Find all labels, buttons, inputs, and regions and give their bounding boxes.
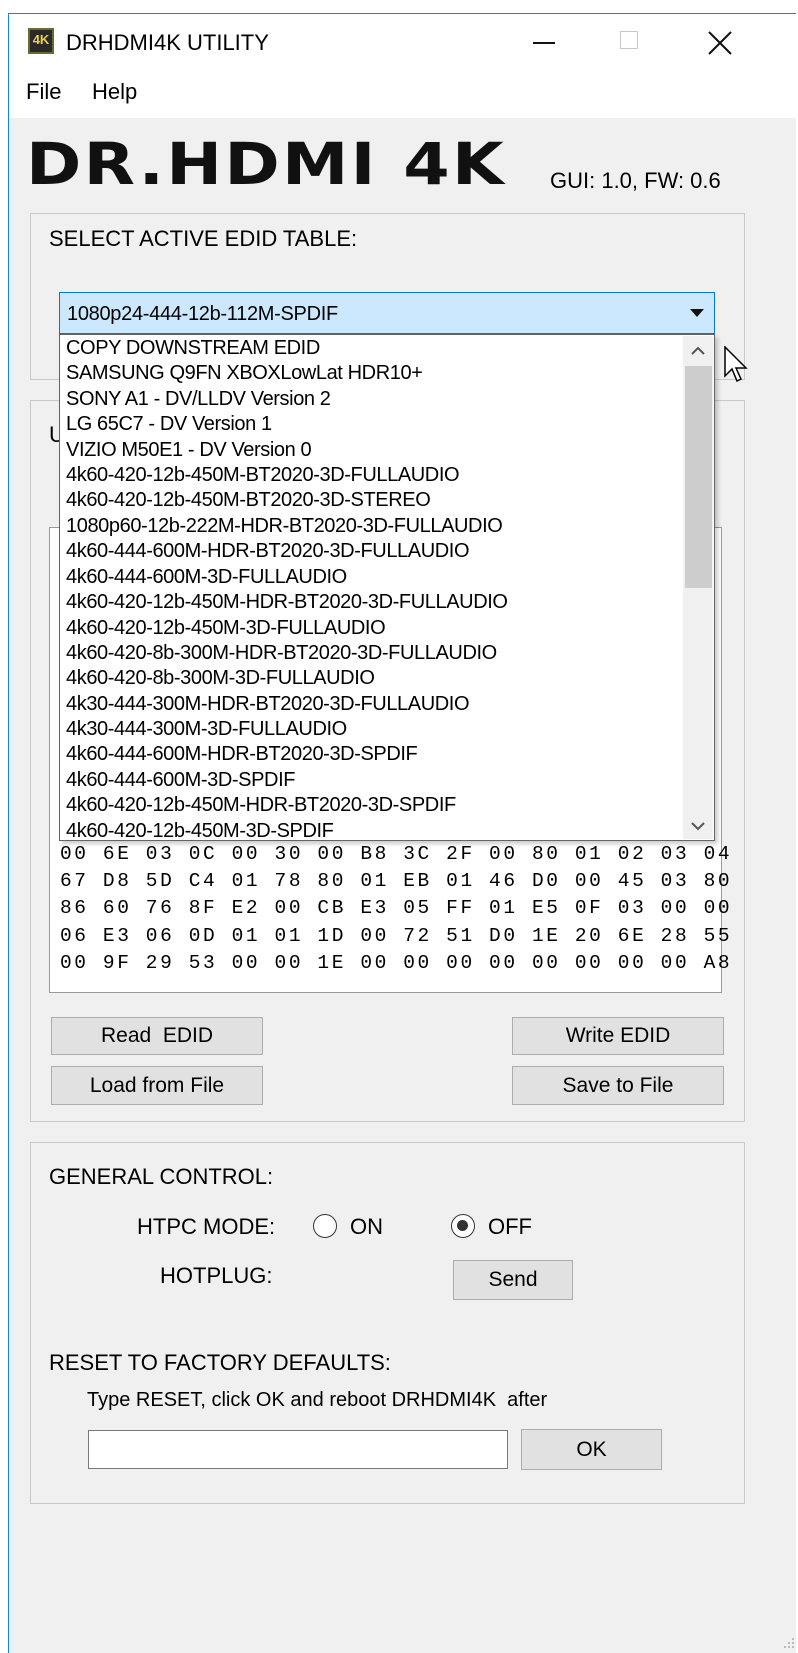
hex-line: 00 6E 03 0C 00 30 00 B8 3C 2F 00 80 01 0… — [60, 843, 733, 865]
hotplug-label: HOTPLUG: — [160, 1263, 273, 1288]
resize-grip-icon[interactable] — [782, 1636, 796, 1650]
scroll-up-icon[interactable] — [691, 346, 705, 356]
dropdown-option[interactable]: SONY A1 - DV/LLDV Version 2 — [66, 389, 331, 409]
load-from-file-button[interactable]: Load from File — [51, 1066, 263, 1105]
dropdown-option[interactable]: 4k60-420-12b-450M-3D-SPDIF — [66, 821, 334, 841]
version-label: GUI: 1.0, FW: 0.6 — [550, 168, 721, 193]
hex-line: 00 9F 29 53 00 00 1E 00 00 00 00 00 00 0… — [60, 952, 733, 974]
dropdown-option[interactable]: SAMSUNG Q9FN XBOXLowLat HDR10+ — [66, 363, 423, 383]
dropdown-option[interactable]: 4k30-444-300M-3D-FULLAUDIO — [66, 719, 347, 739]
dropdown-option[interactable]: LG 65C7 - DV Version 1 — [66, 414, 272, 434]
hex-line: 06 E3 06 0D 01 01 1D 00 72 51 D0 1E 20 6… — [60, 925, 733, 947]
send-button[interactable]: Send — [453, 1260, 573, 1300]
write-edid-button[interactable]: Write EDID — [512, 1017, 724, 1055]
reset-input[interactable] — [88, 1430, 508, 1469]
close-button[interactable] — [700, 25, 740, 61]
reset-label: RESET TO FACTORY DEFAULTS: — [49, 1350, 391, 1375]
menu-file[interactable]: File — [26, 81, 61, 103]
scrollbar-thumb[interactable] — [685, 366, 712, 588]
dropdown-option[interactable]: 4k60-420-12b-450M-HDR-BT2020-3D-SPDIF — [66, 795, 456, 815]
maximize-button[interactable] — [612, 25, 652, 61]
htpc-off-radio[interactable] — [451, 1214, 475, 1238]
radio-selected-dot — [457, 1220, 468, 1231]
dropdown-option[interactable]: 4k60-420-12b-450M-BT2020-3D-FULLAUDIO — [66, 465, 460, 485]
dropdown-option[interactable]: 4k60-444-600M-HDR-BT2020-3D-SPDIF — [66, 744, 418, 764]
close-icon — [708, 31, 732, 55]
dropdown-option[interactable]: 4k60-420-12b-450M-BT2020-3D-STEREO — [66, 490, 431, 510]
edid-combobox[interactable]: 1080p24-444-12b-112M-SPDIF — [59, 292, 715, 334]
save-to-file-button[interactable]: Save to File — [512, 1066, 724, 1105]
dropdown-option[interactable]: COPY DOWNSTREAM EDID — [66, 338, 320, 358]
ok-button[interactable]: OK — [521, 1429, 662, 1470]
app-icon: 4K — [28, 28, 54, 54]
dropdown-option[interactable]: 4k60-420-12b-450M-HDR-BT2020-3D-FULLAUDI… — [66, 592, 508, 612]
htpc-on-radio[interactable] — [313, 1214, 337, 1238]
cursor-icon — [724, 346, 748, 383]
dropdown-option[interactable]: 1080p60-12b-222M-HDR-BT2020-3D-FULLAUDIO — [66, 516, 503, 536]
minimize-button[interactable] — [525, 25, 565, 61]
maximize-icon — [620, 31, 638, 49]
app-icon-label: 4K — [32, 32, 50, 47]
htpc-off-label[interactable]: OFF — [488, 1216, 532, 1238]
dropdown-arrow-icon — [690, 309, 704, 317]
edid-combobox-value: 1080p24-444-12b-112M-SPDIF — [67, 303, 338, 325]
dropdown-option[interactable]: 4k60-444-600M-HDR-BT2020-3D-FULLAUDIO — [66, 541, 470, 561]
htpc-on-label[interactable]: ON — [350, 1216, 383, 1238]
reset-hint: Type RESET, click OK and reboot DRHDMI4K… — [87, 1389, 548, 1411]
dropdown-option[interactable]: 4k60-420-12b-450M-3D-FULLAUDIO — [66, 618, 386, 638]
scroll-down-icon[interactable] — [691, 821, 705, 831]
read-edid-button[interactable]: Read EDID — [51, 1017, 263, 1055]
hex-line: 67 D8 5D C4 01 78 80 01 EB 01 46 D0 00 4… — [60, 870, 733, 892]
htpc-mode-label: HTPC MODE: — [137, 1214, 276, 1239]
dropdown-option[interactable]: 4k30-444-300M-HDR-BT2020-3D-FULLAUDIO — [66, 694, 470, 714]
menu-help[interactable]: Help — [92, 81, 137, 103]
minimize-icon — [533, 42, 555, 44]
dropdown-option[interactable]: 4k60-444-600M-3D-FULLAUDIO — [66, 567, 347, 587]
dropdown-option[interactable]: 4k60-420-8b-300M-3D-FULLAUDIO — [66, 668, 375, 688]
window-title: DRHDMI4K UTILITY — [66, 30, 269, 55]
logo: DR.HDMI 4K — [26, 134, 526, 194]
edid-select-label: SELECT ACTIVE EDID TABLE: — [49, 226, 358, 251]
general-control-label: GENERAL CONTROL: — [49, 1164, 274, 1189]
dropdown-option[interactable]: 4k60-420-8b-300M-HDR-BT2020-3D-FULLAUDIO — [66, 643, 497, 663]
dropdown-option[interactable]: VIZIO M50E1 - DV Version 0 — [66, 440, 312, 460]
hex-line: 86 60 76 8F E2 00 CB E3 05 FF 01 E5 0F 0… — [60, 897, 733, 919]
dropdown-option[interactable]: 4k60-444-600M-3D-SPDIF — [66, 770, 295, 790]
logo-text: DR.HDMI 4K — [26, 130, 506, 198]
